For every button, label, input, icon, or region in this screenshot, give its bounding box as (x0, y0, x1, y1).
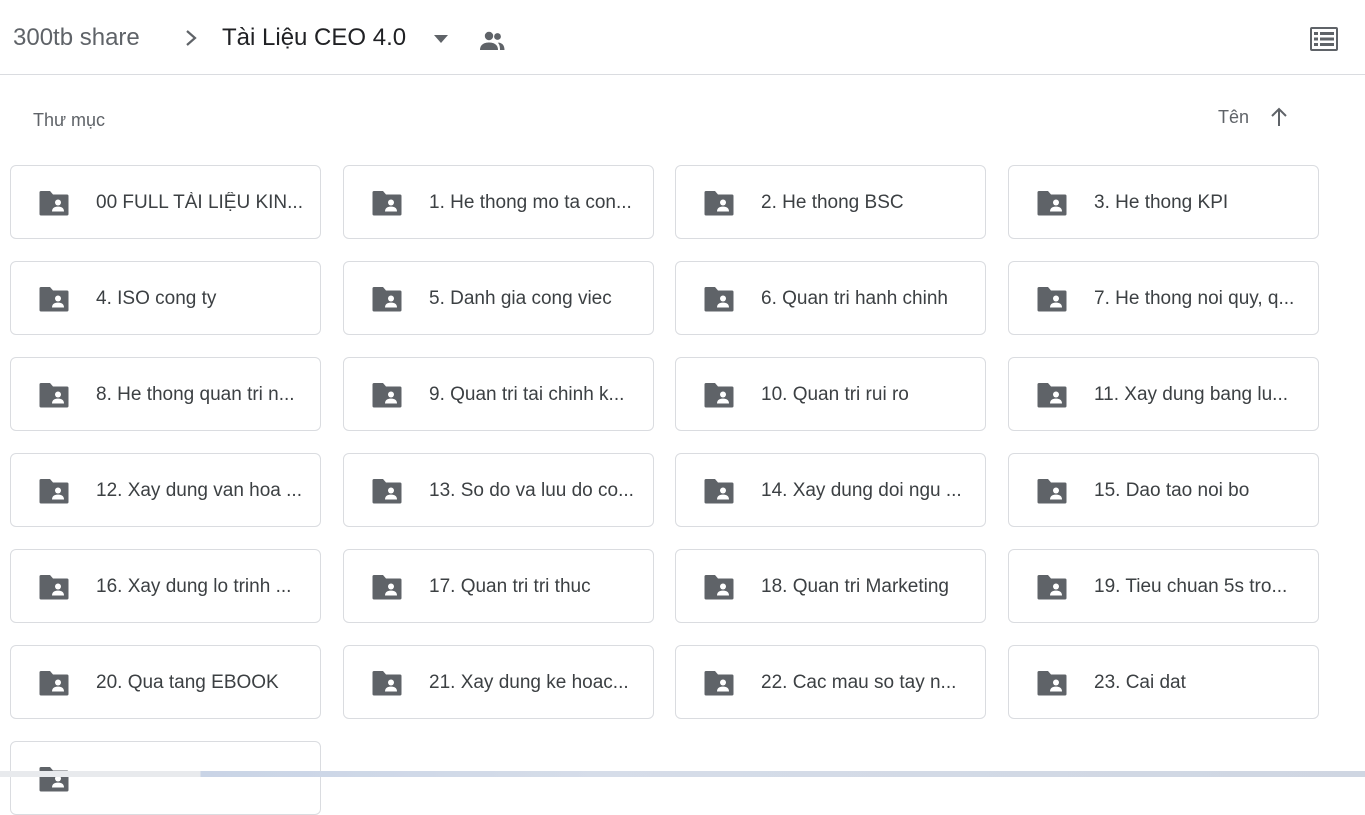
shared-folder-icon (372, 383, 402, 408)
folder-tile[interactable]: 20. Qua tang EBOOK (10, 645, 321, 719)
folder-tile[interactable]: 3. He thong KPI (1008, 165, 1319, 239)
folder-name: 00 FULL TÀI LIỆU KIN... (96, 192, 303, 213)
folder-tile[interactable]: 7. He thong noi quy, q... (1008, 261, 1319, 335)
breadcrumb-root[interactable]: 300tb share (13, 22, 140, 54)
folder-tile[interactable]: 00 FULL TÀI LIỆU KIN... (10, 165, 321, 239)
folder-name: 19. Tieu chuan 5s tro... (1094, 576, 1288, 597)
shared-folder-icon (704, 671, 734, 696)
folder-tile[interactable] (10, 741, 321, 815)
folder-name: 15. Dao tao noi bo (1094, 480, 1250, 501)
folder-tile[interactable]: 16. Xay dung lo trinh ... (10, 549, 321, 623)
shared-people-icon[interactable] (478, 29, 506, 53)
shared-folder-icon (372, 479, 402, 504)
folder-tile[interactable]: 21. Xay dung ke hoac... (343, 645, 654, 719)
folder-name: 13. So do va luu do co... (429, 480, 634, 501)
shared-folder-icon (372, 191, 402, 216)
shared-folder-icon (39, 671, 69, 696)
folder-tile[interactable]: 18. Quan tri Marketing (675, 549, 986, 623)
folder-name: 8. He thong quan tri n... (96, 384, 295, 405)
shared-folder-icon (39, 767, 69, 792)
folder-name: 4. ISO cong ty (96, 288, 217, 309)
shared-folder-icon (39, 383, 69, 408)
folder-tile[interactable]: 12. Xay dung van hoa ... (10, 453, 321, 527)
folder-name: 20. Qua tang EBOOK (96, 672, 279, 693)
shared-folder-icon (704, 287, 734, 312)
top-bar: 300tb share Tài Liệu CEO 4.0 (0, 0, 1365, 75)
arrow-up-icon[interactable] (1267, 105, 1291, 129)
folder-name: 23. Cai dat (1094, 672, 1186, 693)
folder-tile[interactable]: 13. So do va luu do co... (343, 453, 654, 527)
folder-tile[interactable]: 17. Quan tri tri thuc (343, 549, 654, 623)
shared-folder-icon (39, 287, 69, 312)
shared-folder-icon (1037, 479, 1067, 504)
shared-folder-icon (1037, 671, 1067, 696)
shared-folder-icon (39, 191, 69, 216)
folder-name: 17. Quan tri tri thuc (429, 576, 591, 597)
shared-folder-icon (704, 479, 734, 504)
folder-name: 12. Xay dung van hoa ... (96, 480, 302, 501)
shared-folder-icon (372, 575, 402, 600)
caret-down-icon[interactable] (431, 32, 451, 46)
shared-folder-icon (372, 671, 402, 696)
folder-name: 11. Xay dung bang lu... (1094, 384, 1289, 405)
folder-tile[interactable]: 19. Tieu chuan 5s tro... (1008, 549, 1319, 623)
shared-folder-icon (1037, 575, 1067, 600)
folder-name: 21. Xay dung ke hoac... (429, 672, 629, 693)
folder-tile[interactable]: 11. Xay dung bang lu... (1008, 357, 1319, 431)
folder-name: 14. Xay dung doi ngu ... (761, 480, 962, 501)
folder-tile[interactable]: 15. Dao tao noi bo (1008, 453, 1319, 527)
shared-folder-icon (1037, 287, 1067, 312)
folder-name: 16. Xay dung lo trinh ... (96, 576, 292, 597)
shared-folder-icon (1037, 191, 1067, 216)
folder-name: 10. Quan tri rui ro (761, 384, 909, 405)
shared-folder-icon (704, 575, 734, 600)
shared-folder-icon (704, 191, 734, 216)
folder-tile[interactable]: 2. He thong BSC (675, 165, 986, 239)
shared-folder-icon (1037, 383, 1067, 408)
folder-name: 18. Quan tri Marketing (761, 576, 949, 597)
folder-name: 3. He thong KPI (1094, 192, 1229, 213)
folder-name: 2. He thong BSC (761, 192, 904, 213)
folder-tile[interactable]: 23. Cai dat (1008, 645, 1319, 719)
folder-tile[interactable]: 1. He thong mo ta con... (343, 165, 654, 239)
folder-tile[interactable]: 9. Quan tri tai chinh k... (343, 357, 654, 431)
folder-name: 7. He thong noi quy, q... (1094, 288, 1295, 309)
folder-tile[interactable]: 4. ISO cong ty (10, 261, 321, 335)
folders-section-label: Thư mục (33, 110, 106, 130)
breadcrumb-current[interactable]: Tài Liệu CEO 4.0 (222, 22, 406, 54)
shared-folder-icon (372, 287, 402, 312)
folder-tile[interactable]: 8. He thong quan tri n... (10, 357, 321, 431)
shared-folder-icon (39, 479, 69, 504)
folder-name: 6. Quan tri hanh chinh (761, 288, 948, 309)
shared-folder-icon (39, 575, 69, 600)
shared-folder-icon (704, 383, 734, 408)
folder-tile[interactable]: 6. Quan tri hanh chinh (675, 261, 986, 335)
folder-tile[interactable]: 14. Xay dung doi ngu ... (675, 453, 986, 527)
folder-name: 22. Cac mau so tay n... (761, 672, 957, 693)
folder-name: 5. Danh gia cong viec (429, 288, 612, 309)
chevron-right-icon (186, 30, 197, 46)
folder-tile[interactable]: 22. Cac mau so tay n... (675, 645, 986, 719)
folder-tile[interactable]: 5. Danh gia cong viec (343, 261, 654, 335)
list-view-icon[interactable] (1309, 26, 1339, 52)
folder-name: 1. He thong mo ta con... (429, 192, 632, 213)
bottom-strip (0, 771, 1365, 777)
folder-name: 9. Quan tri tai chinh k... (429, 384, 625, 405)
sort-by-name-button[interactable]: Tên (1218, 106, 1249, 128)
folder-tile[interactable]: 10. Quan tri rui ro (675, 357, 986, 431)
